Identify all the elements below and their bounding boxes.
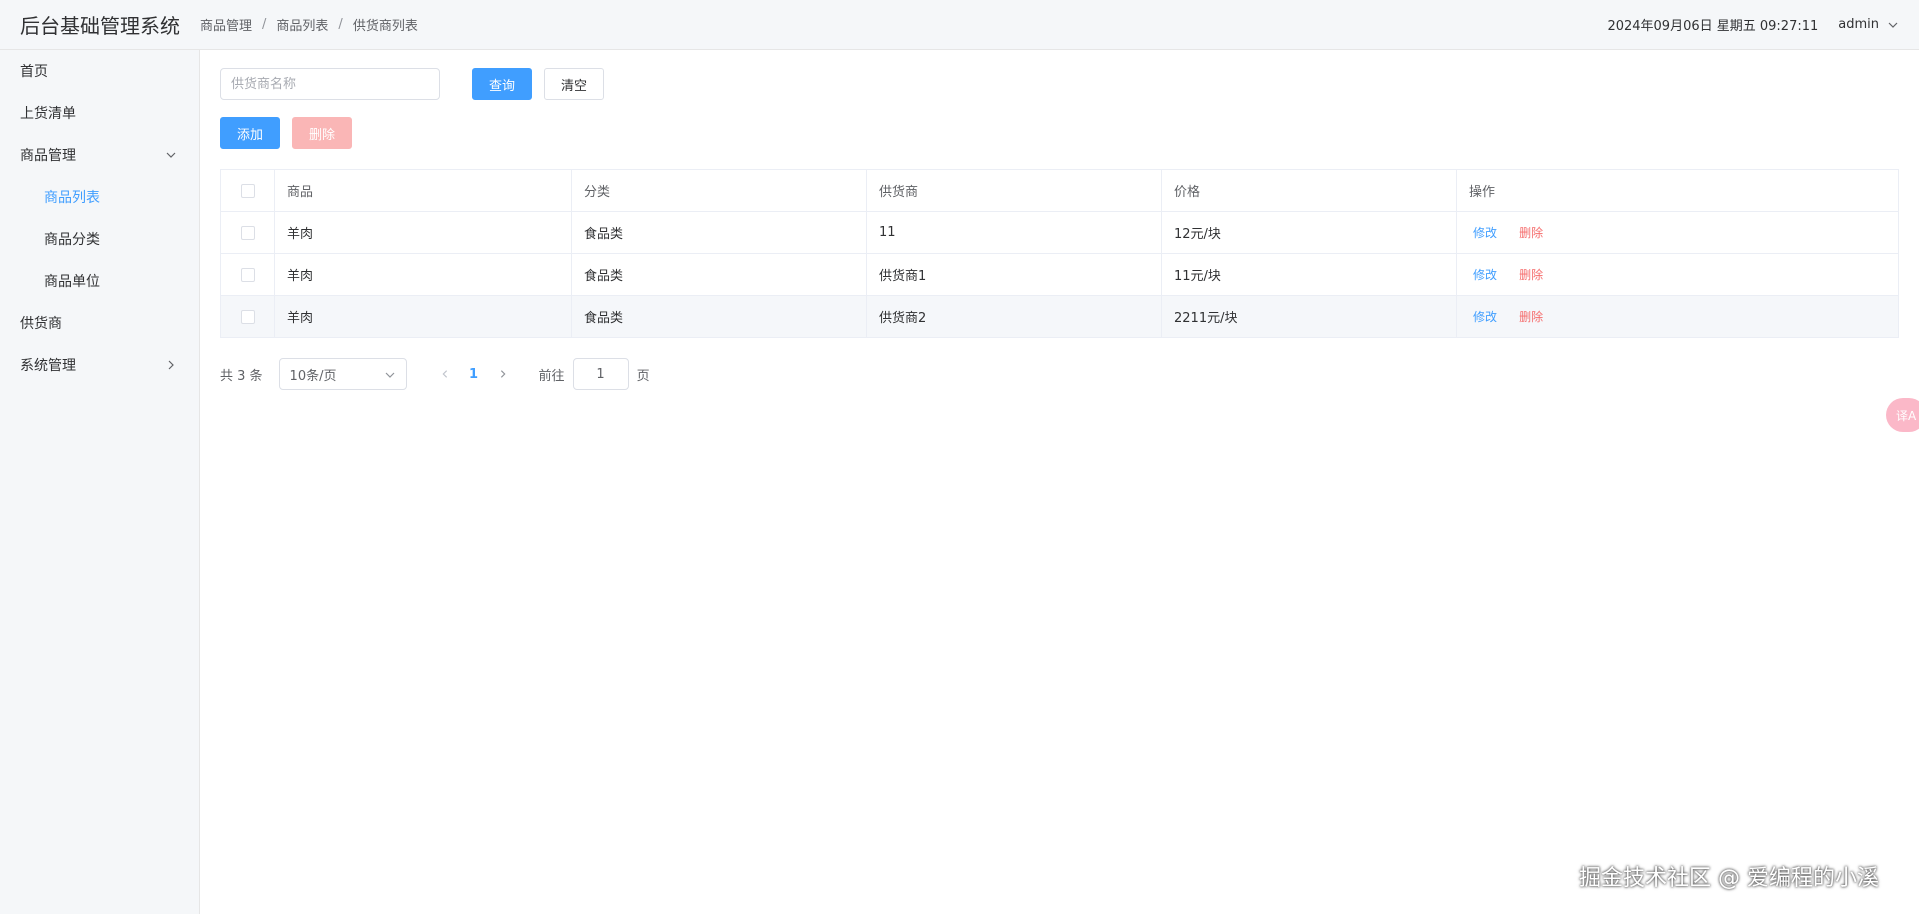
breadcrumb-item-goods-list[interactable]: 商品列表 bbox=[276, 15, 328, 34]
cell-category: 食品类 bbox=[571, 295, 867, 338]
breadcrumb: 商品管理 / 商品列表 / 供货商列表 bbox=[200, 15, 418, 34]
edit-link[interactable]: 修改 bbox=[1473, 268, 1497, 282]
sidebar-item-label: 商品列表 bbox=[44, 190, 100, 206]
sidebar-item-label: 系统管理 bbox=[20, 358, 76, 374]
cell-price: 11元/块 bbox=[1161, 253, 1457, 296]
watermark: 掘金技术社区 @ 爱编程的小溪 bbox=[1579, 866, 1879, 891]
app-title: 后台基础管理系统 bbox=[20, 14, 180, 38]
cell-goods: 羊肉 bbox=[274, 253, 572, 296]
sidebar-item-home[interactable]: 首页 bbox=[0, 50, 199, 92]
batch-delete-button[interactable]: 删除 bbox=[292, 117, 352, 149]
search-bar: 查询 清空 bbox=[220, 68, 1899, 100]
user-menu[interactable]: admin bbox=[1838, 17, 1899, 32]
chevron-left-icon bbox=[442, 370, 447, 378]
sidebar-item-goods-unit[interactable]: 商品单位 bbox=[0, 260, 199, 302]
sidebar-item-label: 首页 bbox=[20, 64, 48, 80]
pagination: 共 3 条 10条/页 1 前往 页 bbox=[220, 358, 1899, 390]
supplier-name-input[interactable] bbox=[220, 68, 440, 100]
main-content: 查询 清空 添加 删除 商品 分类 供货商 价格 操作 羊肉 食品类 11 12… bbox=[200, 50, 1919, 914]
supplier-table: 商品 分类 供货商 价格 操作 羊肉 食品类 11 12元/块 修改 删除 羊肉… bbox=[220, 169, 1899, 338]
sidebar-item-label: 商品管理 bbox=[20, 148, 76, 164]
sidebar-item-system-management[interactable]: 系统管理 bbox=[0, 344, 199, 386]
sidebar-item-shelf-list[interactable]: 上货清单 bbox=[0, 92, 199, 134]
cell-supplier: 11 bbox=[866, 211, 1162, 254]
cell-price: 2211元/块 bbox=[1161, 295, 1457, 338]
column-header-supplier: 供货商 bbox=[866, 169, 1162, 212]
sidebar-item-goods-management[interactable]: 商品管理 bbox=[0, 134, 199, 176]
action-bar: 添加 删除 bbox=[220, 117, 1899, 149]
cell-category: 食品类 bbox=[571, 253, 867, 296]
chevron-down-icon bbox=[166, 152, 176, 158]
datetime-display: 2024年09月06日 星期五 09:27:11 bbox=[1607, 19, 1819, 34]
page-size-value: 10条/页 bbox=[289, 368, 337, 384]
column-header-goods: 商品 bbox=[274, 169, 572, 212]
edit-link[interactable]: 修改 bbox=[1473, 310, 1497, 324]
translate-icon[interactable]: 译A bbox=[1886, 398, 1919, 432]
next-page-button[interactable] bbox=[489, 360, 517, 388]
table-row: 羊肉 食品类 供货商2 2211元/块 修改 删除 bbox=[220, 295, 1899, 338]
row-checkbox[interactable] bbox=[240, 267, 255, 282]
breadcrumb-item-supplier-list: 供货商列表 bbox=[352, 19, 418, 34]
prev-page-button[interactable] bbox=[431, 360, 459, 388]
sidebar-item-label: 商品分类 bbox=[44, 232, 100, 248]
cell-actions: 修改 删除 bbox=[1456, 253, 1899, 296]
table-row: 羊肉 食品类 供货商1 11元/块 修改 删除 bbox=[220, 253, 1899, 296]
cell-category: 食品类 bbox=[571, 211, 867, 254]
page-number-current[interactable]: 1 bbox=[459, 367, 489, 382]
page-size-select[interactable]: 10条/页 bbox=[278, 358, 407, 390]
clear-button[interactable]: 清空 bbox=[544, 68, 604, 100]
delete-link[interactable]: 删除 bbox=[1519, 310, 1543, 324]
delete-link[interactable]: 删除 bbox=[1519, 226, 1543, 240]
select-all-cell bbox=[220, 169, 275, 212]
column-header-actions: 操作 bbox=[1456, 169, 1899, 212]
query-button[interactable]: 查询 bbox=[472, 68, 532, 100]
username: admin bbox=[1838, 17, 1879, 32]
goto-label: 前往 bbox=[538, 368, 565, 384]
sidebar-item-label: 上货清单 bbox=[20, 106, 76, 122]
add-button[interactable]: 添加 bbox=[220, 117, 280, 149]
header-right: 2024年09月06日 星期五 09:27:11 admin bbox=[1607, 15, 1919, 34]
cell-actions: 修改 删除 bbox=[1456, 295, 1899, 338]
sidebar-item-goods-category[interactable]: 商品分类 bbox=[0, 218, 199, 260]
table-header-row: 商品 分类 供货商 价格 操作 bbox=[220, 169, 1899, 212]
cell-price: 12元/块 bbox=[1161, 211, 1457, 254]
chevron-down-icon bbox=[385, 372, 394, 378]
row-select-cell bbox=[220, 253, 275, 296]
total-count: 共 3 条 bbox=[220, 368, 263, 384]
cell-supplier: 供货商2 bbox=[866, 295, 1162, 338]
row-select-cell bbox=[220, 211, 275, 254]
breadcrumb-item-goods-management[interactable]: 商品管理 bbox=[200, 15, 252, 34]
chevron-down-icon bbox=[1888, 22, 1898, 28]
select-all-checkbox[interactable] bbox=[240, 183, 255, 198]
column-header-category: 分类 bbox=[571, 169, 867, 212]
row-select-cell bbox=[220, 295, 275, 338]
goto-suffix: 页 bbox=[636, 368, 650, 384]
goto-page-input[interactable] bbox=[572, 358, 629, 390]
breadcrumb-separator: / bbox=[262, 17, 267, 32]
cell-goods: 羊肉 bbox=[274, 295, 572, 338]
cell-goods: 羊肉 bbox=[274, 211, 572, 254]
row-checkbox[interactable] bbox=[240, 225, 255, 240]
breadcrumb-separator: / bbox=[338, 17, 343, 32]
row-checkbox[interactable] bbox=[240, 309, 255, 324]
table-row: 羊肉 食品类 11 12元/块 修改 删除 bbox=[220, 211, 1899, 254]
cell-actions: 修改 删除 bbox=[1456, 211, 1899, 254]
column-header-price: 价格 bbox=[1161, 169, 1457, 212]
sidebar: 首页 上货清单 商品管理 商品列表 商品分类 商品单位 供货商 系统管理 bbox=[0, 50, 200, 914]
chevron-right-icon bbox=[500, 370, 506, 378]
edit-link[interactable]: 修改 bbox=[1473, 226, 1497, 240]
sidebar-item-goods-list[interactable]: 商品列表 bbox=[0, 176, 199, 218]
sidebar-item-label: 供货商 bbox=[20, 316, 62, 332]
top-header: 后台基础管理系统 商品管理 / 商品列表 / 供货商列表 2024年09月06日… bbox=[0, 0, 1919, 50]
delete-link[interactable]: 删除 bbox=[1519, 268, 1543, 282]
chevron-right-icon bbox=[168, 360, 174, 370]
sidebar-item-label: 商品单位 bbox=[44, 274, 100, 290]
cell-supplier: 供货商1 bbox=[866, 253, 1162, 296]
sidebar-item-supplier[interactable]: 供货商 bbox=[0, 302, 199, 344]
